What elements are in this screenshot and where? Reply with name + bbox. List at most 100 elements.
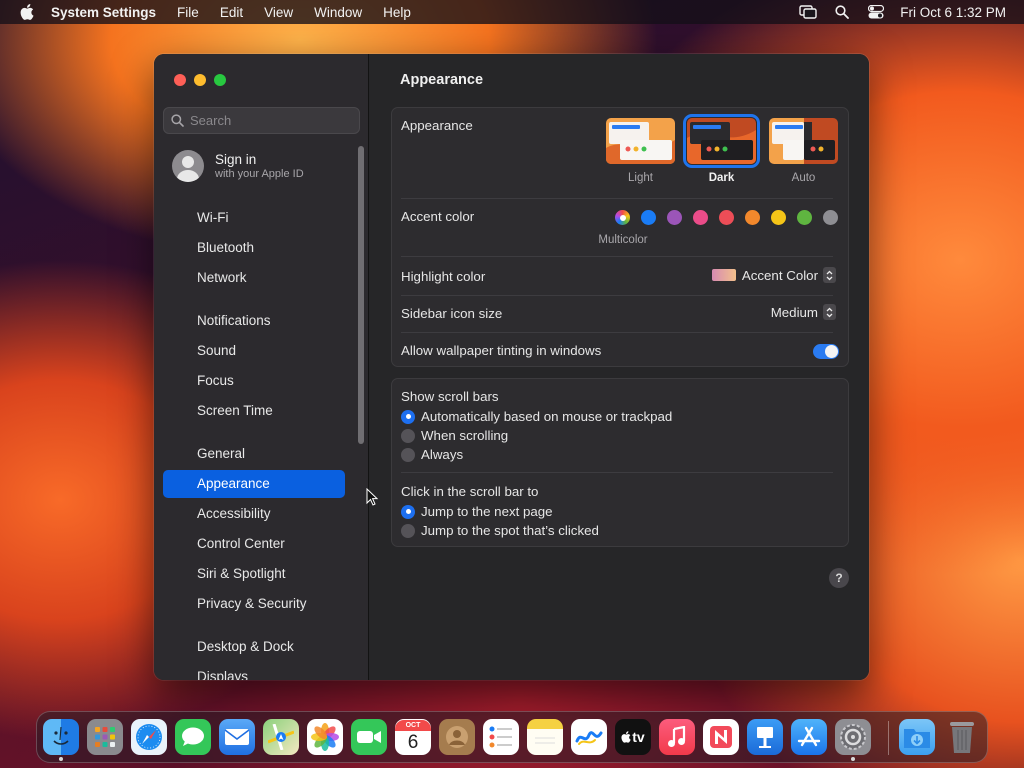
menu-help[interactable]: Help [383,5,411,20]
freeform-icon[interactable] [571,719,607,755]
sidebar-item-displays[interactable]: Displays [163,663,345,680]
settings-window: Sign in with your Apple ID Wi-Fi Bluetoo… [154,54,869,680]
downloads-folder-icon[interactable] [899,719,935,755]
photos-icon[interactable] [307,719,343,755]
mail-icon[interactable] [219,719,255,755]
maps-icon[interactable] [263,719,299,755]
facetime-icon[interactable] [351,719,387,755]
sidebar-item-focus[interactable]: Focus [163,367,345,395]
accent-orange-swatch[interactable] [745,210,760,225]
help-button[interactable]: ? [829,568,849,588]
accent-multicolor-swatch[interactable] [615,210,630,225]
app-store-icon[interactable] [791,719,827,755]
highlight-color-preview [711,269,736,281]
search-field[interactable] [163,107,360,134]
sidebar-item-general[interactable]: General [163,440,345,468]
sidebar-item-label: Desktop & Dock [197,639,294,654]
highlight-color-popup[interactable]: Accent Color [711,267,836,283]
click-next-page-option[interactable]: Jump to the next page [401,504,553,519]
calendar-icon[interactable]: OCT 6 [395,719,431,755]
menu-window[interactable]: Window [314,5,362,20]
radio-unselected[interactable] [401,523,415,538]
menu-file[interactable]: File [177,5,199,20]
sidebar-scrollbar[interactable] [358,146,364,444]
accent-red-swatch[interactable] [719,210,734,225]
accent-purple-swatch[interactable] [667,210,682,225]
search-input[interactable] [190,113,350,128]
running-indicator [59,757,63,761]
sidebar-item-privacy-security[interactable]: Privacy & Security [163,590,345,618]
sidebar-item-desktop-dock[interactable]: Desktop & Dock [163,633,345,661]
tv-icon[interactable]: tv [615,719,651,755]
radio-selected[interactable] [401,504,415,519]
contacts-icon[interactable] [439,719,475,755]
popup-arrows-icon [823,304,836,320]
click-spot-option[interactable]: Jump to the spot that’s clicked [401,523,599,538]
appearance-light-thumbnail[interactable] [606,118,675,164]
search-icon [171,114,184,127]
sidebar-item-label: Focus [197,373,234,388]
keynote-icon[interactable] [747,719,783,755]
screen-mirroring-icon[interactable] [798,2,818,22]
launchpad-icon[interactable] [87,719,123,755]
music-icon[interactable] [659,719,695,755]
sidebar-item-label: General [197,446,246,461]
sidebar-item-label: Control Center [197,536,285,551]
accent-yellow-swatch[interactable] [771,210,786,225]
accent-graphite-swatch[interactable] [823,210,838,225]
safari-icon[interactable] [131,719,167,755]
sidebar-item-appearance[interactable]: Appearance [163,470,345,498]
accent-green-swatch[interactable] [797,210,812,225]
radio-selected[interactable] [401,409,415,424]
sidebar-item-screen-time[interactable]: Screen Time [163,397,345,425]
control-center-icon[interactable] [866,2,886,22]
zoom-button[interactable] [214,74,226,86]
finder-icon[interactable] [43,719,79,755]
sidebar-item-control-center[interactable]: Control Center [163,530,345,558]
menu-edit[interactable]: Edit [220,5,243,20]
sidebar-item-sound[interactable]: Sound [163,337,345,365]
divider [401,198,833,199]
sidebar-item-network[interactable]: Network [163,264,345,292]
sidebar-item-siri-spotlight[interactable]: Siri & Spotlight [163,560,345,588]
scroll-bars-automatic-option[interactable]: Automatically based on mouse or trackpad [401,409,672,424]
reminders-icon[interactable] [483,719,519,755]
accent-blue-swatch[interactable] [641,210,656,225]
close-button[interactable] [174,74,186,86]
scroll-bars-when-scrolling-option[interactable]: When scrolling [401,428,508,443]
appearance-auto-thumbnail[interactable] [769,118,838,164]
sidebar-item-accessibility[interactable]: Accessibility [163,500,345,528]
spotlight-search-icon[interactable] [832,2,852,22]
appearance-dark-thumbnail[interactable] [683,114,760,168]
accent-color-label: Accent color [401,209,475,224]
sidebar-item-bluetooth[interactable]: Bluetooth [163,234,345,262]
minimize-button[interactable] [194,74,206,86]
divider [401,295,833,296]
apple-id-signin[interactable]: Sign in with your Apple ID [172,150,304,182]
menu-bar: System Settings File Edit View Window He… [0,0,1024,24]
scroll-bars-group: Show scroll bars Automatically based on … [391,378,849,547]
sidebar-item-label: Wi-Fi [197,210,229,225]
messages-icon[interactable] [175,719,211,755]
notes-icon[interactable] [527,719,563,755]
wallpaper-tinting-toggle[interactable] [813,344,839,359]
menu-app-name[interactable]: System Settings [51,5,156,20]
sidebar-item-notifications[interactable]: Notifications [163,307,345,335]
news-icon[interactable] [703,719,739,755]
running-indicator [851,757,855,761]
trash-icon[interactable] [944,719,980,755]
radio-label: Automatically based on mouse or trackpad [421,409,673,424]
sidebar-icon-size-popup[interactable]: Medium [771,304,836,320]
menu-clock[interactable]: Fri Oct 6 1:32 PM [900,5,1006,20]
system-settings-icon[interactable] [835,719,871,755]
scroll-bars-always-option[interactable]: Always [401,447,463,462]
radio-unselected[interactable] [401,447,415,462]
menu-view[interactable]: View [264,5,293,20]
accent-pink-swatch[interactable] [693,210,708,225]
sidebar-item-wifi[interactable]: Wi-Fi [163,204,345,232]
apple-menu-icon[interactable] [17,2,37,22]
radio-unselected[interactable] [401,428,415,443]
sidebar-item-label: Appearance [197,476,270,491]
show-scroll-bars-label: Show scroll bars [401,389,499,404]
divider [401,256,833,257]
